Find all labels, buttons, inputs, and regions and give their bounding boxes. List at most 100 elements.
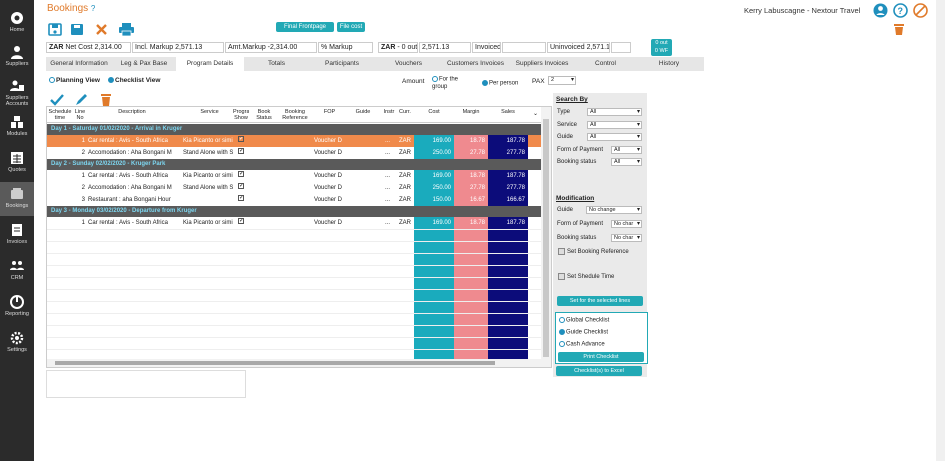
tab-suppliers-invoices[interactable]: Suppliers Invoices — [510, 57, 574, 71]
cell-instr: ... — [385, 197, 391, 203]
program-show-checkbox[interactable]: ✓ — [238, 195, 244, 201]
help-circle-icon[interactable]: ? — [893, 3, 908, 18]
sidebar-item-label: Modules — [6, 131, 28, 137]
sidebar-item-crm[interactable]: CRM — [0, 254, 34, 288]
check-icon[interactable] — [50, 94, 64, 106]
column-header-book[interactable]: Book Status — [255, 109, 273, 121]
tab-totals[interactable]: Totals — [245, 57, 308, 71]
tab-participants[interactable]: Participants — [309, 57, 375, 71]
block-icon[interactable] — [913, 3, 928, 18]
trash-icon[interactable] — [894, 24, 904, 35]
checklist-to-excel-button[interactable]: Checklist(s) to Excel — [556, 366, 642, 376]
user-icon[interactable] — [873, 3, 888, 18]
sidebar-item-label: Suppliers — [5, 61, 29, 67]
set-booking-reference-checkbox[interactable]: Set Booking Reference — [558, 248, 629, 255]
save-icon[interactable] — [48, 23, 62, 36]
column-header-service[interactable]: Service — [187, 109, 232, 115]
service-select[interactable]: All — [587, 121, 642, 129]
booking-status-select[interactable]: All — [611, 158, 642, 166]
sidebar-item-suppliers[interactable]: Suppliers — [0, 40, 34, 74]
column-header-margin[interactable]: Margin — [454, 109, 488, 115]
cell-desc: Restaurant : aha Bongani Hour — [88, 197, 171, 203]
tab-control[interactable]: Control — [575, 57, 636, 71]
column-header-fop[interactable]: FOP — [317, 109, 342, 115]
edit-icon[interactable] — [75, 94, 88, 106]
program-show-checkbox[interactable]: ✓ — [238, 171, 244, 177]
help-icon[interactable]: ? — [91, 4, 95, 13]
table-row[interactable]: 2 Accomodation : Aha Bongani M Stand Alone… — [47, 147, 545, 159]
sidebar-item-settings[interactable]: Settings — [0, 326, 34, 360]
sidebar-item-reporting[interactable]: Reporting — [0, 290, 34, 324]
cell-sales: 187.78 — [488, 170, 528, 182]
day-header[interactable]: Day 3 - Monday 03/02/2020 - Departure fr… — [47, 206, 545, 217]
column-header-ref[interactable]: Booking Reference — [281, 109, 309, 121]
cash-advance-radio[interactable]: Cash Advance — [559, 341, 605, 348]
table-row[interactable]: 1 Car rental : Avis - South Africa Kia Pic… — [47, 135, 545, 147]
column-header-sched[interactable]: Schedule time — [47, 109, 73, 121]
sidebar-item-home[interactable]: Home — [0, 6, 34, 40]
delete-icon[interactable] — [101, 94, 111, 106]
day-header[interactable]: Day 1 - Saturday 01/02/2020 - Arrival in… — [47, 124, 545, 135]
planning-view-radio[interactable]: Planning View — [49, 77, 100, 84]
program-show-checkbox[interactable]: ✓ — [238, 148, 244, 154]
mod-fop-select[interactable]: No char — [611, 220, 642, 228]
guide-select[interactable]: All — [587, 133, 642, 141]
column-header-line[interactable]: Line No — [73, 109, 87, 121]
program-show-checkbox[interactable]: ✓ — [238, 183, 244, 189]
tab-history[interactable]: History — [637, 57, 701, 71]
table-row[interactable]: 3 Restaurant : aha Bongani Hour ✓ Voucher D… — [47, 194, 545, 206]
checklist-view-radio[interactable]: Checklist View — [108, 77, 160, 84]
for-group-radio[interactable]: For the group — [432, 76, 472, 91]
page-scrollbar[interactable] — [936, 0, 945, 461]
final-frontpage-button[interactable]: Final Frontpage — [276, 22, 334, 32]
per-person-radio[interactable]: Per person — [482, 80, 518, 87]
mod-booking-status-select[interactable]: No char — [611, 234, 642, 242]
column-header-desc[interactable]: Description — [92, 109, 172, 115]
tab-vouchers[interactable]: Vouchers — [376, 57, 441, 71]
tab-customers-invoices[interactable]: Customers Invoices — [442, 57, 509, 71]
day-header[interactable]: Day 2 - Sunday 02/02/2020 - Kruger Park — [47, 159, 545, 170]
grid-horizontal-scrollbar[interactable] — [47, 359, 541, 367]
column-header-program[interactable]: Program Show — [233, 109, 249, 121]
checkbox-icon — [558, 248, 565, 255]
table-row[interactable]: 1 Car rental : Avis - South Africa Kia Pic… — [47, 217, 545, 229]
column-options-icon[interactable]: ⌄ — [533, 110, 538, 117]
tab-program-details[interactable]: Program Details — [176, 57, 244, 71]
empty-row — [47, 313, 545, 326]
print-icon[interactable] — [119, 23, 134, 37]
sidebar-item-suppliers-accounts[interactable]: Suppliers Accounts — [0, 74, 34, 108]
program-show-checkbox[interactable]: ✓ — [238, 136, 244, 142]
set-schedule-time-checkbox[interactable]: Set Shedule Time — [558, 273, 614, 280]
file-cost-button[interactable]: File cost — [337, 22, 365, 32]
close-icon[interactable] — [95, 23, 108, 36]
sidebar-item-invoices[interactable]: Invoices — [0, 218, 34, 252]
column-header-sales[interactable]: Sales — [488, 109, 528, 115]
mod-guide-select[interactable]: No change — [586, 206, 642, 214]
sidebar-item-bookings[interactable]: Bookings — [0, 182, 34, 216]
grid-vertical-scrollbar[interactable] — [541, 107, 551, 367]
global-checklist-radio[interactable]: Global Checklist — [559, 317, 609, 324]
set-selected-lines-button[interactable]: Set for the selected lines — [557, 296, 643, 306]
sidebar-item-label: CRM — [10, 275, 24, 281]
save-close-icon[interactable] — [70, 23, 84, 36]
tab-general-information[interactable]: General Information — [46, 57, 112, 71]
table-row[interactable]: 2 Accomodation : Aha Bongani M Stand Alone… — [47, 182, 545, 194]
pax-select[interactable]: 2 — [548, 76, 576, 85]
column-header-curr[interactable]: Curr. — [398, 109, 412, 115]
scroll-thumb[interactable] — [55, 361, 495, 365]
column-header-instr[interactable]: Instr — [383, 109, 395, 115]
scroll-thumb[interactable] — [543, 119, 549, 357]
form-of-payment-select[interactable]: All — [611, 146, 642, 154]
sidebar-item-modules[interactable]: Modules — [0, 110, 34, 144]
sidebar-item-quotes[interactable]: Quotes — [0, 146, 34, 180]
column-header-guide[interactable]: Guide — [352, 109, 374, 115]
table-row[interactable]: 1 Car rental : Avis - South Africa Kia Pic… — [47, 170, 545, 182]
tab-leg-pax-base[interactable]: Leg & Pax Base — [113, 57, 175, 71]
print-checklist-button[interactable]: Print Checklist — [558, 352, 644, 362]
program-show-checkbox[interactable]: ✓ — [238, 218, 244, 224]
search-by-heading: Search By — [556, 96, 588, 103]
column-header-cost[interactable]: Cost — [414, 109, 454, 115]
cell-desc: Car rental : Avis - South Africa — [88, 173, 168, 179]
guide-checklist-radio[interactable]: Guide Checklist — [559, 329, 608, 336]
type-select[interactable]: All — [587, 108, 642, 116]
